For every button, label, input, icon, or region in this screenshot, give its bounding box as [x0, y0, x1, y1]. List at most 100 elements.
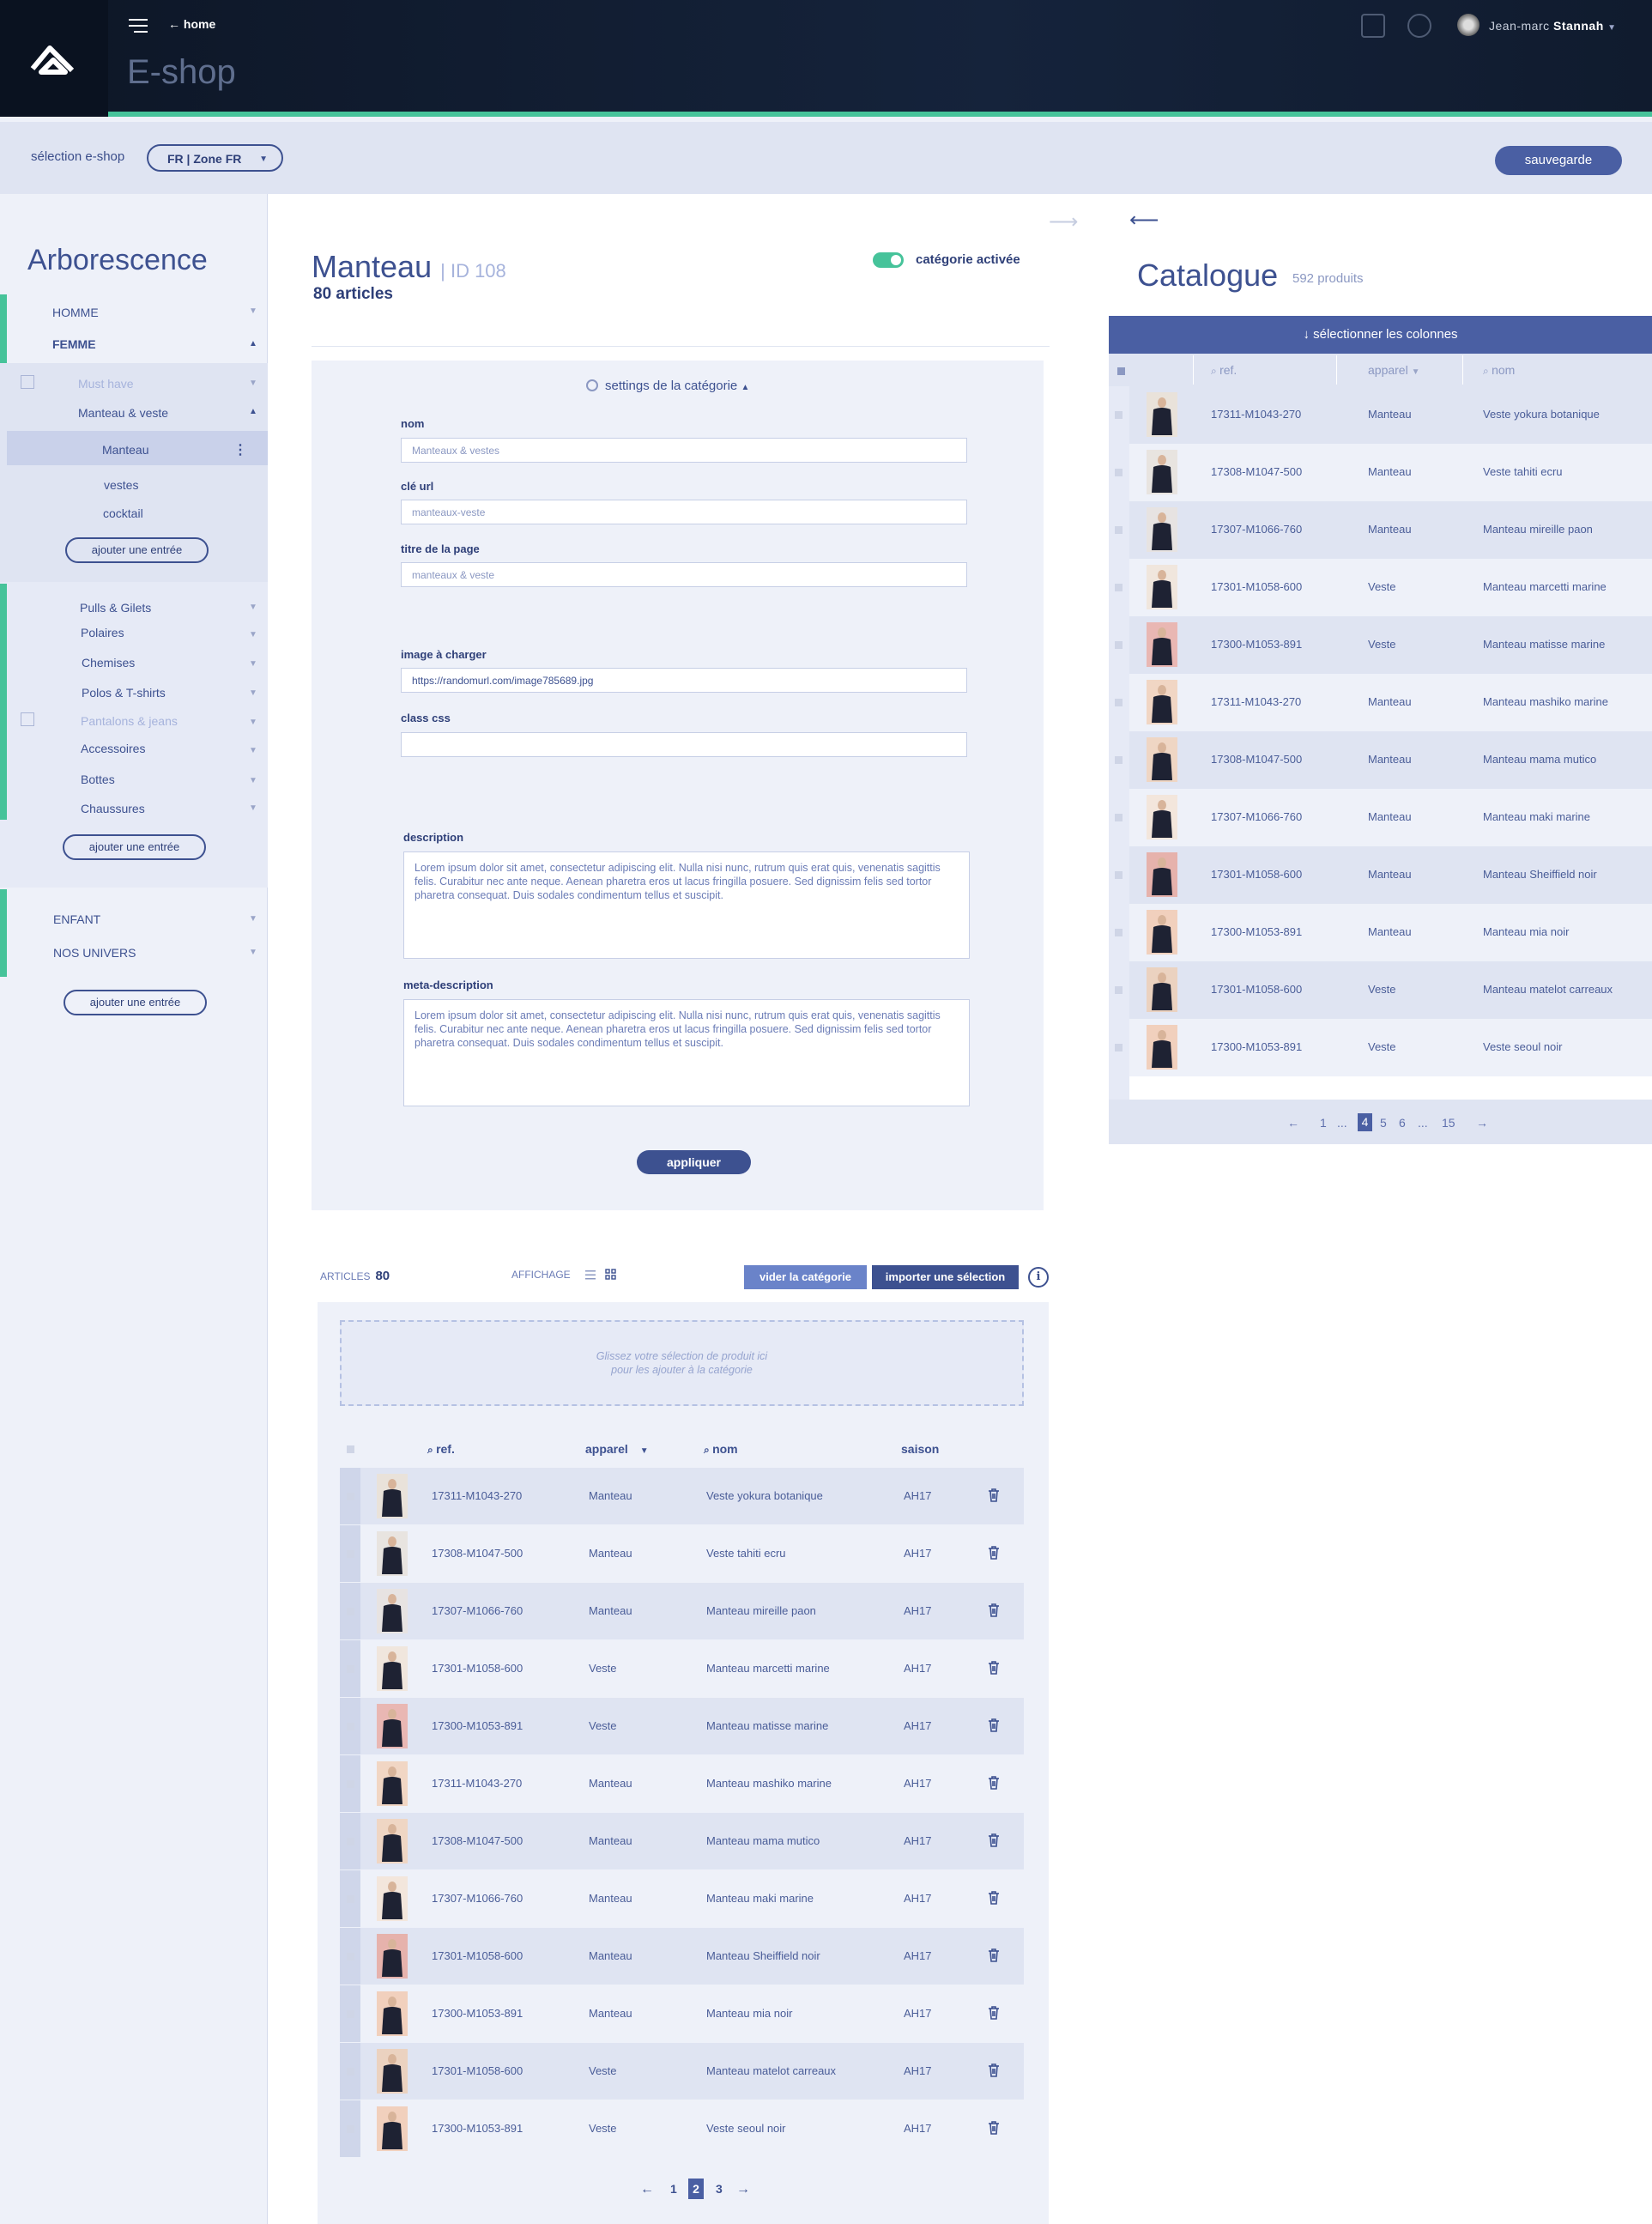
trash-icon[interactable]: [988, 1891, 1000, 1905]
catalogue-page-4-current[interactable]: 4: [1358, 1113, 1372, 1131]
info-icon[interactable]: i: [1028, 1267, 1049, 1288]
grid-view-icon[interactable]: [605, 1269, 617, 1282]
prev-page-arrow-icon[interactable]: ←: [1287, 1116, 1299, 1130]
tree-item-bottes[interactable]: Bottes: [81, 773, 115, 786]
clear-category-button[interactable]: vider la catégorie: [744, 1265, 867, 1289]
tree-item-manteau-veste[interactable]: Manteau & veste: [78, 406, 168, 420]
row-checkbox[interactable]: [347, 1838, 354, 1845]
row-checkbox[interactable]: [1115, 584, 1123, 591]
tree-item-chemises[interactable]: Chemises: [82, 656, 135, 670]
trash-icon[interactable]: [988, 1948, 1000, 1962]
save-button[interactable]: sauvegarde: [1495, 146, 1622, 175]
chevron-down-icon[interactable]: ▼: [249, 688, 257, 698]
tree-item-cocktail[interactable]: cocktail: [103, 506, 143, 520]
tree-item-must-have[interactable]: Must have: [78, 377, 134, 391]
trash-icon[interactable]: [988, 1661, 1000, 1675]
row-checkbox[interactable]: [1115, 1044, 1123, 1051]
arrow-right-icon[interactable]: ⟶: [1049, 209, 1078, 234]
row-checkbox[interactable]: [1115, 756, 1123, 764]
add-entry-button[interactable]: ajouter une entrée: [64, 990, 207, 1015]
page-title-field[interactable]: manteaux & veste: [401, 562, 967, 587]
chevron-down-icon[interactable]: ▼: [249, 746, 257, 755]
row-checkbox[interactable]: [347, 1895, 354, 1903]
row-checkbox[interactable]: [347, 2125, 354, 2133]
tree-item-enfant[interactable]: ENFANT: [53, 912, 100, 926]
chevron-up-icon[interactable]: ▲: [249, 407, 257, 416]
chevron-down-icon[interactable]: ▼: [249, 718, 257, 727]
row-checkbox[interactable]: [347, 1665, 354, 1673]
row-checkbox[interactable]: [1115, 641, 1123, 649]
chevron-down-icon[interactable]: ▼: [249, 379, 257, 388]
import-selection-button[interactable]: importer une sélection: [872, 1265, 1019, 1289]
catalogue-page-15[interactable]: 15: [1442, 1116, 1455, 1130]
settings-toggle[interactable]: settings de la catégorie ▲: [586, 379, 749, 393]
category-active-toggle[interactable]: [873, 252, 904, 268]
tree-item-polaires[interactable]: Polaires: [81, 626, 124, 639]
avatar[interactable]: [1457, 14, 1480, 36]
catalogue-page-5[interactable]: 5: [1380, 1116, 1387, 1130]
search-icon[interactable]: ⌕: [704, 1444, 712, 1456]
store-select[interactable]: FR | Zone FR ▼: [147, 144, 283, 172]
tree-item-chaussures[interactable]: Chaussures: [81, 802, 145, 815]
chevron-down-icon[interactable]: ▼: [249, 948, 257, 957]
trash-icon[interactable]: [988, 1718, 1000, 1732]
col-header-apparel[interactable]: apparel ▼: [585, 1442, 649, 1456]
tree-item-vestes[interactable]: vestes: [104, 478, 138, 492]
row-checkbox[interactable]: [1115, 986, 1123, 994]
search-icon[interactable]: ⌕: [427, 1444, 436, 1456]
row-checkbox[interactable]: [347, 1723, 354, 1730]
chevron-down-icon[interactable]: ▼: [249, 803, 257, 813]
more-options-icon[interactable]: ⋮: [233, 441, 247, 458]
helm-icon[interactable]: [1407, 14, 1431, 38]
chevron-down-icon[interactable]: ▼: [249, 603, 257, 612]
trash-icon[interactable]: [988, 2121, 1000, 2135]
user-menu[interactable]: Jean-marc Stannah ▼: [1489, 19, 1617, 33]
apply-button[interactable]: appliquer: [637, 1150, 751, 1174]
row-checkbox[interactable]: [1115, 814, 1123, 821]
tree-item-manteau[interactable]: Manteau: [102, 443, 148, 457]
trash-icon[interactable]: [988, 1833, 1000, 1847]
prev-page-arrow-icon[interactable]: ←: [640, 2182, 654, 2197]
trash-icon[interactable]: [988, 2006, 1000, 2020]
nom-field[interactable]: Manteaux & vestes: [401, 438, 967, 463]
chevron-down-icon[interactable]: ▼: [249, 659, 257, 669]
arrow-left-icon[interactable]: ⟵: [1129, 208, 1159, 233]
meta-description-textarea[interactable]: Lorem ipsum dolor sit amet, consectetur …: [403, 999, 970, 1106]
search-icon[interactable]: ⌕: [1211, 365, 1219, 377]
brand-logo[interactable]: [0, 0, 108, 117]
description-textarea[interactable]: Lorem ipsum dolor sit amet, consectetur …: [403, 851, 970, 959]
add-entry-button[interactable]: ajouter une entrée: [65, 537, 209, 563]
row-checkbox[interactable]: [347, 1953, 354, 1960]
select-all-checkbox[interactable]: [347, 1445, 354, 1453]
row-checkbox[interactable]: [347, 2010, 354, 2018]
page-1[interactable]: 1: [670, 2182, 677, 2196]
url-key-field[interactable]: manteaux-veste: [401, 500, 967, 524]
tree-item-accessoires[interactable]: Accessoires: [81, 742, 145, 755]
select-all-checkbox[interactable]: [1117, 367, 1125, 375]
trash-icon[interactable]: [988, 2063, 1000, 2077]
chevron-down-icon[interactable]: ▼: [249, 776, 257, 785]
catalogue-col-apparel[interactable]: apparel ▼: [1368, 363, 1420, 377]
next-page-arrow-icon[interactable]: →: [1476, 1116, 1488, 1130]
tree-item-nos-univers[interactable]: NOS UNIVERS: [53, 946, 136, 960]
row-checkbox[interactable]: [1115, 929, 1123, 936]
row-checkbox[interactable]: [1115, 871, 1123, 879]
add-entry-button[interactable]: ajouter une entrée: [63, 834, 206, 860]
tree-item-polos[interactable]: Polos & T-shirts: [82, 686, 166, 700]
row-checkbox[interactable]: [347, 1550, 354, 1558]
row-checkbox[interactable]: [347, 2068, 354, 2076]
trash-icon[interactable]: [988, 1776, 1000, 1790]
row-checkbox[interactable]: [347, 1780, 354, 1788]
image-url-field[interactable]: https://randomurl.com/image785689.jpg: [401, 668, 967, 693]
catalogue-page-6[interactable]: 6: [1399, 1116, 1406, 1130]
row-checkbox[interactable]: [1115, 699, 1123, 706]
tree-item-pantalons[interactable]: Pantalons & jeans: [81, 714, 178, 728]
tree-item-homme[interactable]: HOMME: [52, 306, 99, 319]
row-checkbox[interactable]: [347, 1493, 354, 1500]
row-checkbox[interactable]: [1115, 411, 1123, 419]
catalogue-page-1[interactable]: 1: [1320, 1116, 1327, 1130]
trash-icon[interactable]: [988, 1546, 1000, 1560]
css-class-field[interactable]: [401, 732, 967, 757]
chevron-down-icon[interactable]: ▼: [249, 630, 257, 639]
page-3[interactable]: 3: [716, 2182, 723, 2196]
